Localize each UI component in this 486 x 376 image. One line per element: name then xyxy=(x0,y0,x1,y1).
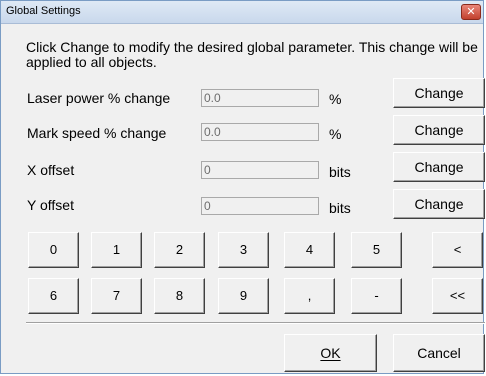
laser-power-field[interactable] xyxy=(201,89,319,107)
window-title: Global Settings xyxy=(6,5,81,17)
x-offset-field[interactable] xyxy=(201,161,319,179)
key-9[interactable]: 9 xyxy=(218,278,269,314)
key-7[interactable]: 7 xyxy=(91,278,142,314)
key-8[interactable]: 8 xyxy=(154,278,205,314)
x-offset-label: X offset xyxy=(27,162,75,178)
backspace-button[interactable]: < xyxy=(432,232,483,268)
key-comma[interactable]: , xyxy=(284,278,335,314)
ok-button[interactable]: OK xyxy=(284,334,377,372)
mark-speed-field[interactable] xyxy=(201,123,319,141)
laser-power-label: Laser power % change xyxy=(27,90,171,106)
dialog-content: Click Change to modify the desired globa… xyxy=(1,24,485,373)
laser-power-change-button[interactable]: Change xyxy=(393,78,485,108)
key-5[interactable]: 5 xyxy=(351,232,402,268)
laser-power-unit: % xyxy=(329,91,342,107)
cancel-button[interactable]: Cancel xyxy=(393,334,485,372)
mark-speed-unit: % xyxy=(329,126,342,142)
clear-button[interactable]: << xyxy=(432,278,483,314)
y-offset-field[interactable] xyxy=(201,197,319,215)
key-minus[interactable]: - xyxy=(351,278,402,314)
key-1[interactable]: 1 xyxy=(91,232,142,268)
global-settings-window: Global Settings ✕ Click Change to modify… xyxy=(0,0,485,374)
key-3[interactable]: 3 xyxy=(218,232,269,268)
y-offset-unit: bits xyxy=(329,200,351,216)
key-4[interactable]: 4 xyxy=(284,232,335,268)
y-offset-label: Y offset xyxy=(27,197,74,213)
close-icon[interactable]: ✕ xyxy=(461,4,481,20)
x-offset-change-button[interactable]: Change xyxy=(393,152,485,182)
key-6[interactable]: 6 xyxy=(28,278,79,314)
separator xyxy=(26,322,485,324)
key-0[interactable]: 0 xyxy=(28,232,79,268)
ok-label: OK xyxy=(320,345,341,361)
key-2[interactable]: 2 xyxy=(154,232,205,268)
mark-speed-label: Mark speed % change xyxy=(27,125,167,141)
x-offset-unit: bits xyxy=(329,164,351,180)
instructions-text: Click Change to modify the desired globa… xyxy=(26,39,478,70)
y-offset-change-button[interactable]: Change xyxy=(393,189,485,219)
mark-speed-change-button[interactable]: Change xyxy=(393,115,485,145)
title-bar[interactable]: Global Settings ✕ xyxy=(1,1,483,24)
